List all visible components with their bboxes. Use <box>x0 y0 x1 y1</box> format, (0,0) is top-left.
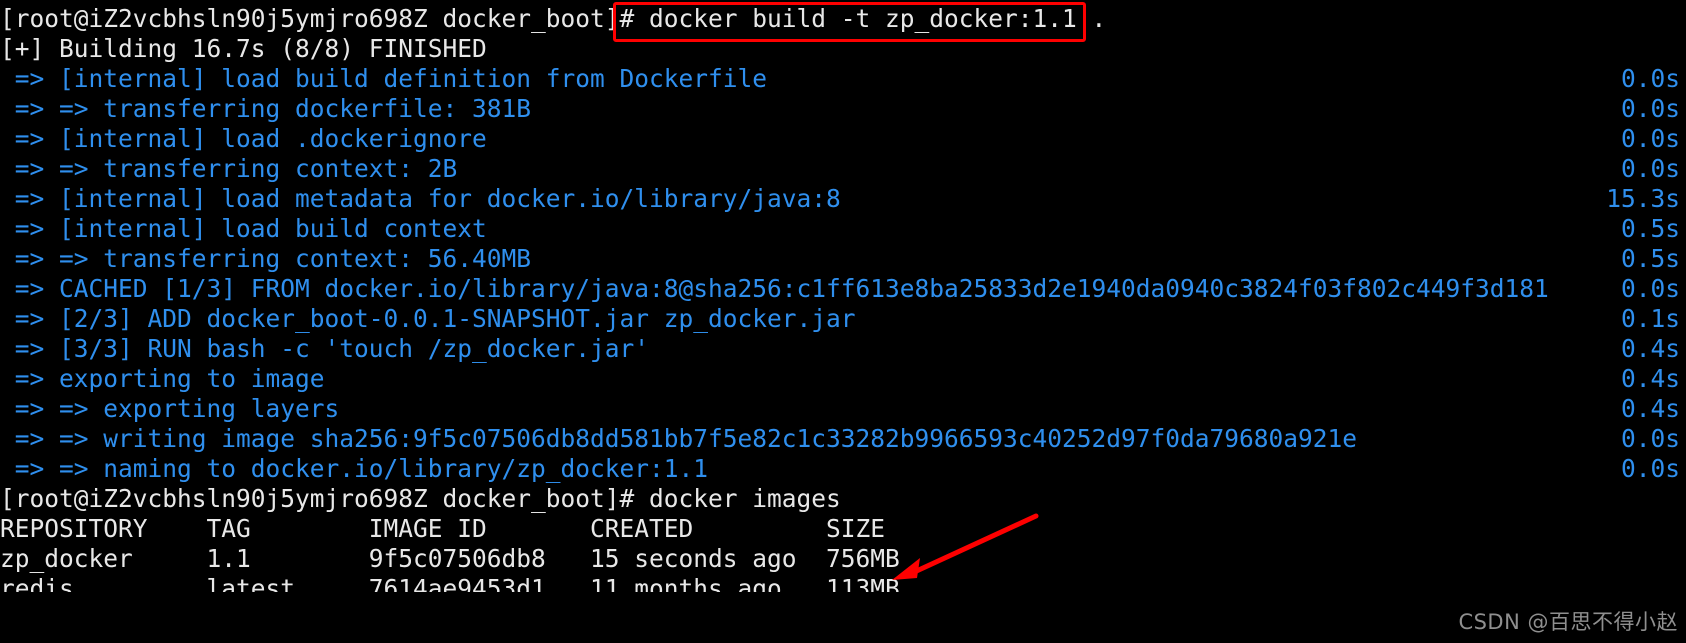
images-table-row: zp_docker 1.1 9f5c07506db8 15 seconds ag… <box>0 544 900 573</box>
build-step-duration: 0.0s <box>1620 124 1680 153</box>
build-step-text: => CACHED [1/3] FROM docker.io/library/j… <box>0 274 1549 303</box>
command-line-docker-build: [root@iZ2vcbhsln90j5ymjro698Z docker_boo… <box>0 4 1686 34</box>
build-step-text: => => exporting layers <box>0 394 340 423</box>
build-step-row: => => transferring context: 2B 0.0s <box>0 154 1686 184</box>
build-step-text: => [2/3] ADD docker_boot-0.0.1-SNAPSHOT.… <box>0 304 856 333</box>
build-step-row: => [internal] load metadata for docker.i… <box>0 184 1686 214</box>
build-header-line: [+] Building 16.7s (8/8) FINISHED <box>0 34 487 63</box>
build-step-row: => => transferring context: 56.40MB 0.5s <box>0 244 1686 274</box>
build-step-row: => [internal] load build context 0.5s <box>0 214 1686 244</box>
build-step-text: => => transferring dockerfile: 381B <box>0 94 532 123</box>
build-step-text: => => naming to docker.io/library/zp_doc… <box>0 454 709 483</box>
typed-command-docker-images[interactable]: docker images <box>634 484 841 513</box>
shell-prompt: [root@iZ2vcbhsln90j5ymjro698Z docker_boo… <box>0 4 635 33</box>
typed-command-docker-build[interactable]: docker build -t zp_docker:1.1 . <box>634 4 1106 33</box>
build-step-duration: 0.0s <box>1620 64 1680 93</box>
csdn-watermark: CSDN @百思不得小赵 <box>1458 610 1678 634</box>
build-step-row: => [2/3] ADD docker_boot-0.0.1-SNAPSHOT.… <box>0 304 1686 334</box>
build-step-duration: 0.5s <box>1620 244 1680 273</box>
build-step-row: => [3/3] RUN bash -c 'touch /zp_docker.j… <box>0 334 1686 364</box>
build-step-text: => [internal] load metadata for docker.i… <box>0 184 841 213</box>
build-step-row: => [internal] load build definition from… <box>0 64 1686 94</box>
build-step-duration: 0.0s <box>1620 424 1680 453</box>
shell-prompt: [root@iZ2vcbhsln90j5ymjro698Z docker_boo… <box>0 484 635 513</box>
build-step-text: => [3/3] RUN bash -c 'touch /zp_docker.j… <box>0 334 650 363</box>
terminal-window[interactable]: [root@iZ2vcbhsln90j5ymjro698Z docker_boo… <box>0 0 1686 643</box>
command-line-docker-images: [root@iZ2vcbhsln90j5ymjro698Z docker_boo… <box>0 484 1686 514</box>
build-step-duration: 0.0s <box>1620 94 1680 123</box>
build-step-text: => => transferring context: 2B <box>0 154 458 183</box>
build-step-text: => [internal] load build definition from… <box>0 64 768 93</box>
build-step-duration: 0.0s <box>1620 274 1680 303</box>
build-step-duration: 0.1s <box>1620 304 1680 333</box>
build-step-text: => [internal] load .dockerignore <box>0 124 487 153</box>
build-step-text: => [internal] load build context <box>0 214 487 243</box>
build-step-text: => => writing image sha256:9f5c07506db8d… <box>0 424 1358 453</box>
build-step-row: => => naming to docker.io/library/zp_doc… <box>0 454 1686 484</box>
build-step-duration: 15.3s <box>1606 184 1680 213</box>
build-step-row: => => writing image sha256:9f5c07506db8d… <box>0 424 1686 454</box>
build-step-duration: 0.5s <box>1620 214 1680 243</box>
images-table-row-partial: redis latest 7614ae9453d1 11 months ago … <box>0 574 1686 592</box>
build-step-duration: 0.0s <box>1620 154 1680 183</box>
build-step-row: => => exporting layers 0.4s <box>0 394 1686 424</box>
build-step-text: => exporting to image <box>0 364 325 393</box>
images-table-row: redis latest 7614ae9453d1 11 months ago … <box>0 574 900 592</box>
terminal-output: [root@iZ2vcbhsln90j5ymjro698Z docker_boo… <box>0 4 1686 592</box>
build-step-duration: 0.4s <box>1620 394 1680 423</box>
build-step-text: => => transferring context: 56.40MB <box>0 244 532 273</box>
build-step-row: => [internal] load .dockerignore 0.0s <box>0 124 1686 154</box>
build-step-row: => exporting to image 0.4s <box>0 364 1686 394</box>
build-step-duration: 0.4s <box>1620 364 1680 393</box>
build-step-row: => CACHED [1/3] FROM docker.io/library/j… <box>0 274 1686 304</box>
build-step-duration: 0.4s <box>1620 334 1680 363</box>
build-step-row: => => transferring dockerfile: 381B 0.0s <box>0 94 1686 124</box>
build-step-duration: 0.0s <box>1620 454 1680 483</box>
images-table-header: REPOSITORY TAG IMAGE ID CREATED SIZE <box>0 514 886 543</box>
